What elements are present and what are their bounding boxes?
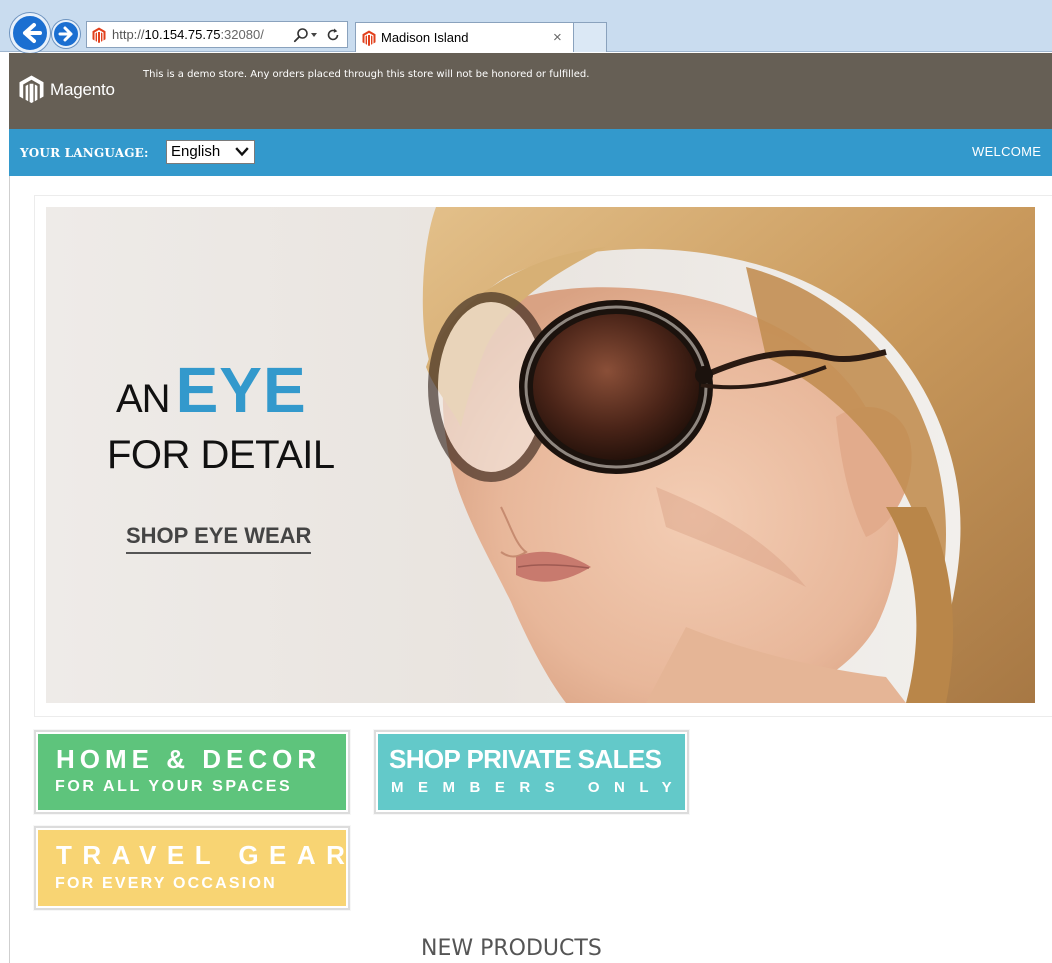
magento-logo-icon [19,75,44,103]
promo-private-sales[interactable]: SHOP PRIVATE SALES MEMBERS ONLY [374,730,689,814]
shop-eye-wear-link[interactable]: SHOP EYE WEAR [126,523,312,554]
magento-favicon-icon [92,27,106,43]
demo-notice-text: This is a demo store. Any orders placed … [143,69,590,80]
promo-title: HOME & DECOR [56,744,322,774]
tab-madison-island[interactable]: Madison Island × [355,22,574,52]
logo-text: Magento [50,80,115,99]
url-text: http://10.154.75.75:32080/ [112,27,264,42]
promo-subtitle: MEMBERS ONLY [391,779,687,796]
chevron-down-icon [235,147,249,157]
hero-headline-line1: ANEYE [116,353,307,427]
arrow-left-icon [23,23,42,43]
hero-headline-line2: FOR DETAIL [107,433,335,477]
back-button[interactable] [10,13,50,53]
promo-subtitle: FOR EVERY OCCASION [55,875,277,892]
dropdown-arrow-icon[interactable] [311,33,317,37]
magento-logo[interactable]: Magento [19,75,149,105]
hero-banner[interactable]: ANEYE FOR DETAIL SHOP EYE WEAR [46,207,1035,703]
promo-home-decor-background: HOME & DECOR FOR ALL YOUR SPACES [38,734,346,810]
refresh-icon[interactable] [325,27,341,43]
hero-headline-an: AN [116,377,171,421]
language-select-value: English [171,143,221,160]
promo-private-sales-background: SHOP PRIVATE SALES MEMBERS ONLY [378,734,685,810]
forward-button[interactable] [52,20,80,48]
promo-home-decor[interactable]: HOME & DECOR FOR ALL YOUR SPACES [34,730,350,814]
promo-travel-gear[interactable]: TRAVEL GEAR FOR EVERY OCCASION [34,826,350,910]
welcome-text: WELCOME [972,144,1042,159]
demo-notice-bar: Magento This is a demo store. Any orders… [9,53,1052,129]
search-icon[interactable] [293,27,309,43]
magento-favicon-icon [362,30,376,46]
new-products-heading: NEW PRODUCTS [421,936,602,961]
promo-title: SHOP PRIVATE SALES [389,744,662,774]
language-select[interactable]: English [166,140,255,164]
page-border [9,176,10,963]
hero-headline-eye: EYE [175,354,307,426]
promo-title: TRAVEL GEAR [56,840,356,870]
new-tab-button[interactable] [574,22,607,52]
arrow-right-icon [58,26,73,42]
promo-travel-gear-background: TRAVEL GEAR FOR EVERY OCCASION [38,830,346,906]
tab-title: Madison Island [381,30,469,45]
browser-toolbar: http://10.154.75.75:32080/ Madison Islan… [0,0,1052,53]
promo-subtitle: FOR ALL YOUR SPACES [55,778,293,795]
address-bar[interactable]: http://10.154.75.75:32080/ [86,21,348,48]
close-tab-icon[interactable]: × [553,29,562,46]
language-label: YOUR LANGUAGE: [20,146,149,160]
language-bar: YOUR LANGUAGE: English WELCOME [9,129,1052,176]
